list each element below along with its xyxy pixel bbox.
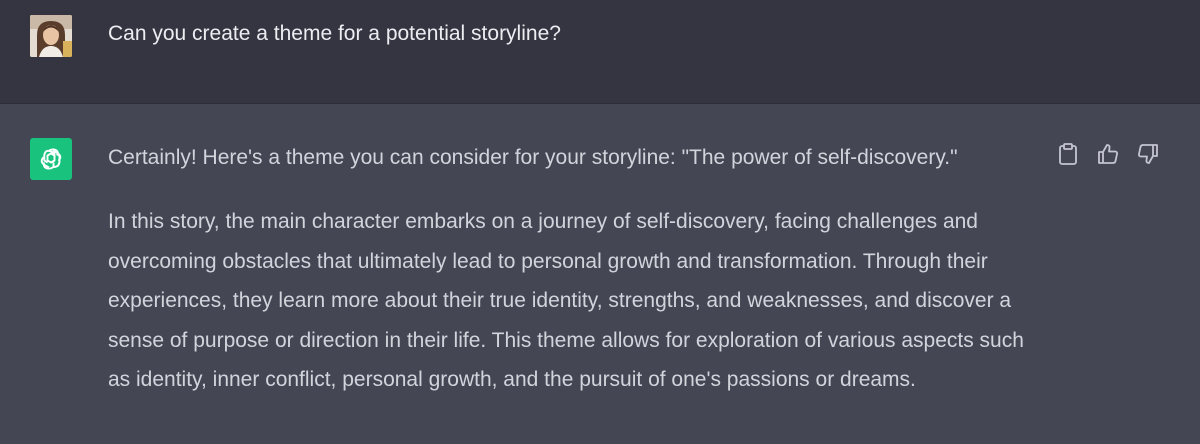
clipboard-icon (1059, 143, 1077, 165)
assistant-avatar (30, 138, 72, 180)
assistant-body-text: In this story, the main character embark… (108, 210, 1024, 392)
thumbs-down-button[interactable] (1136, 140, 1160, 168)
assistant-message-content: Certainly! Here's a theme you can consid… (108, 144, 1038, 400)
assistant-intro-text: Certainly! Here's a theme you can consid… (108, 146, 958, 169)
thumbs-up-icon (1098, 144, 1118, 164)
openai-logo-icon (40, 148, 62, 170)
user-avatar (30, 15, 72, 57)
user-message-row: Can you create a theme for a potential s… (0, 0, 1200, 104)
message-actions (1056, 140, 1160, 168)
thumbs-down-icon (1138, 144, 1158, 164)
thumbs-up-button[interactable] (1096, 140, 1120, 168)
copy-button[interactable] (1056, 140, 1080, 168)
assistant-message-row: Certainly! Here's a theme you can consid… (0, 104, 1200, 444)
user-photo-icon (30, 15, 72, 57)
user-message-text: Can you create a theme for a potential s… (108, 22, 561, 45)
